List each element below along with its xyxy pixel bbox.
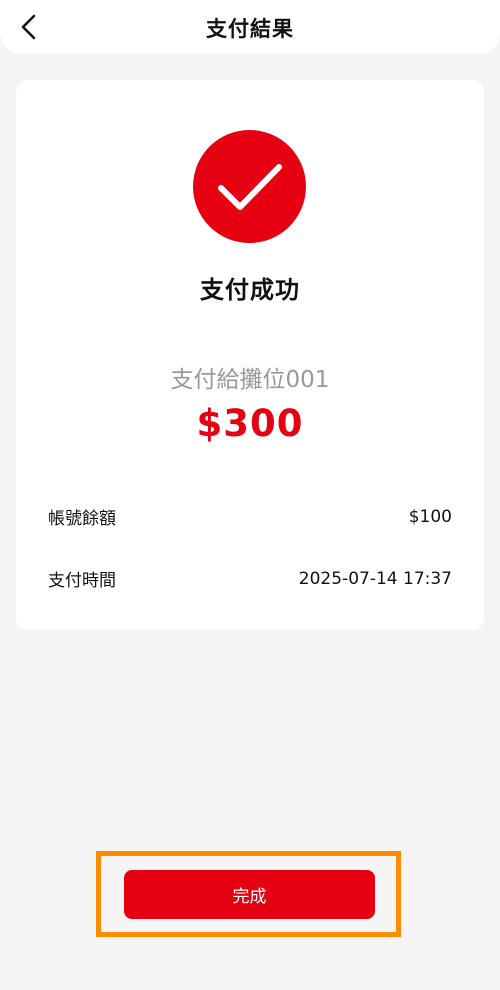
payment-amount: $300	[196, 402, 304, 445]
result-card: 支付成功 支付給攤位001 $300 帳號餘額 $100 支付時間 2025-0…	[16, 80, 484, 630]
status-title: 支付成功	[200, 276, 300, 304]
payment-time-value: 2025-07-14 17:37	[298, 568, 452, 589]
payee-label: 支付給攤位001	[170, 367, 330, 393]
check-icon	[217, 163, 282, 210]
top-bar: 支付結果	[0, 0, 500, 54]
page-title: 支付結果	[206, 17, 294, 41]
done-button[interactable]: 完成	[124, 870, 375, 919]
payment-time-row: 支付時間 2025-07-14 17:37	[48, 566, 452, 592]
success-badge	[193, 130, 306, 243]
balance-value: $100	[408, 506, 452, 527]
payment-time-label: 支付時間	[48, 571, 116, 591]
balance-label: 帳號餘額	[48, 509, 116, 529]
payment-result-screen: 支付結果 支付成功 支付給攤位001 $300 帳號餘額 $100 支付時間 2…	[0, 0, 500, 990]
balance-row: 帳號餘額 $100	[48, 504, 452, 530]
